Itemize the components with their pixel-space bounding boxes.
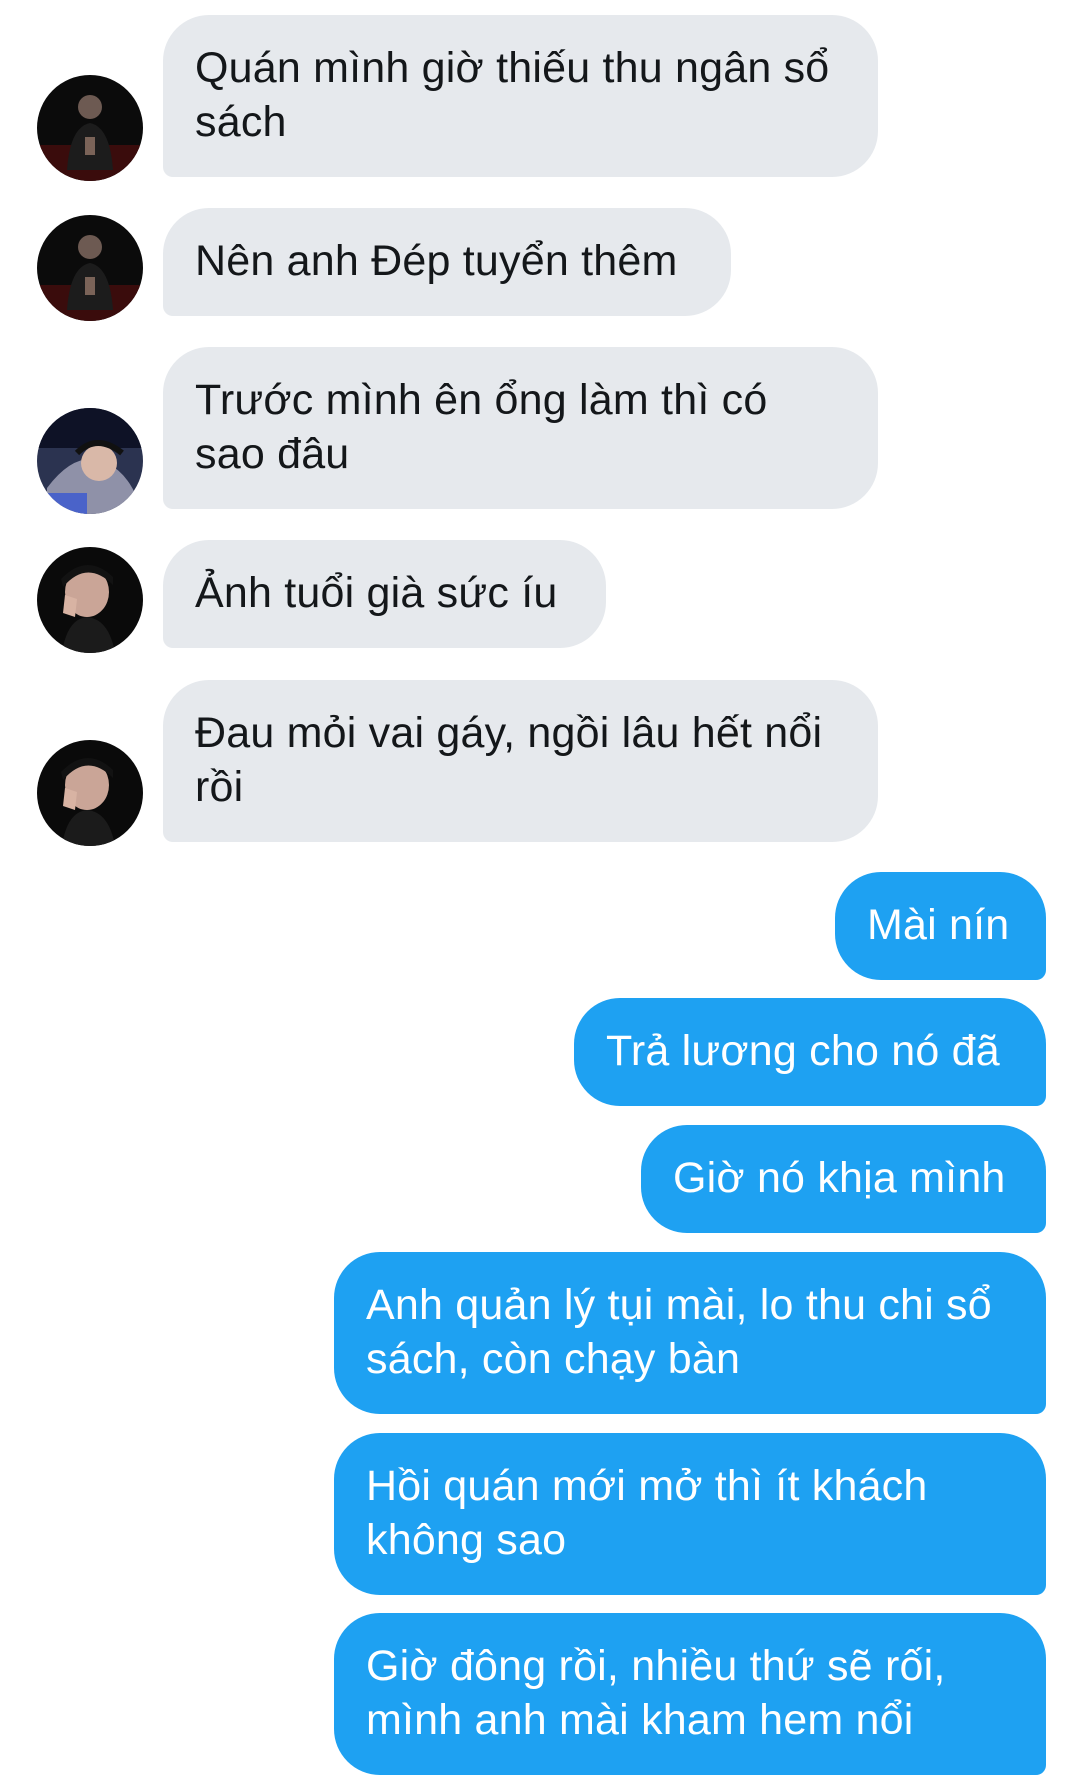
avatar-photo-icon [37, 408, 143, 514]
avatar-photo-icon [37, 547, 143, 653]
message-text: Mài nín [867, 901, 1010, 949]
message-text: Anh quản lý tụi mài, lo thu chi sổ sách,… [366, 1281, 992, 1383]
message-bubble-outgoing[interactable]: Giờ nó khịa mình [641, 1125, 1046, 1233]
message-text: Trước mình ên ổng làm thì có sao đâu [195, 376, 768, 478]
avatar[interactable] [37, 75, 143, 181]
message-bubble-incoming[interactable]: Quán mình giờ thiếu thu ngân sổ sách [163, 15, 878, 177]
message-bubble-outgoing[interactable]: Trả lương cho nó đã [574, 998, 1046, 1106]
message-bubble-outgoing[interactable]: Anh quản lý tụi mài, lo thu chi sổ sách,… [334, 1252, 1046, 1414]
message-bubble-outgoing[interactable]: Hồi quán mới mở thì ít khách không sao [334, 1433, 1046, 1595]
avatar-photo-icon [37, 75, 143, 181]
avatar-photo-icon [37, 740, 143, 846]
message-bubble-incoming[interactable]: Nên anh Đép tuyển thêm [163, 208, 731, 316]
message-bubble-incoming[interactable]: Trước mình ên ổng làm thì có sao đâu [163, 347, 878, 509]
message-text: Nên anh Đép tuyển thêm [195, 237, 678, 285]
avatar-photo-icon [37, 215, 143, 321]
message-text: Ảnh tuổi già sức íu [195, 569, 558, 617]
message-text: Quán mình giờ thiếu thu ngân sổ sách [195, 44, 830, 146]
message-thread: Quán mình giờ thiếu thu ngân sổ sách Nên… [0, 0, 1078, 1783]
avatar[interactable] [37, 740, 143, 846]
message-text: Đau mỏi vai gáy, ngồi lâu hết nổi rồi [195, 709, 823, 811]
message-bubble-outgoing[interactable]: Giờ đông rồi, nhiều thứ sẽ rối, mình anh… [334, 1613, 1046, 1775]
message-text: Giờ đông rồi, nhiều thứ sẽ rối, mình anh… [366, 1642, 946, 1744]
message-bubble-incoming[interactable]: Ảnh tuổi già sức íu [163, 540, 606, 648]
avatar[interactable] [37, 215, 143, 321]
message-text: Hồi quán mới mở thì ít khách không sao [366, 1462, 928, 1564]
avatar[interactable] [37, 547, 143, 653]
message-text: Trả lương cho nó đã [606, 1027, 1000, 1075]
avatar[interactable] [37, 408, 143, 514]
message-bubble-incoming[interactable]: Đau mỏi vai gáy, ngồi lâu hết nổi rồi [163, 680, 878, 842]
message-text: Giờ nó khịa mình [673, 1154, 1006, 1202]
message-bubble-outgoing[interactable]: Mài nín [835, 872, 1046, 980]
